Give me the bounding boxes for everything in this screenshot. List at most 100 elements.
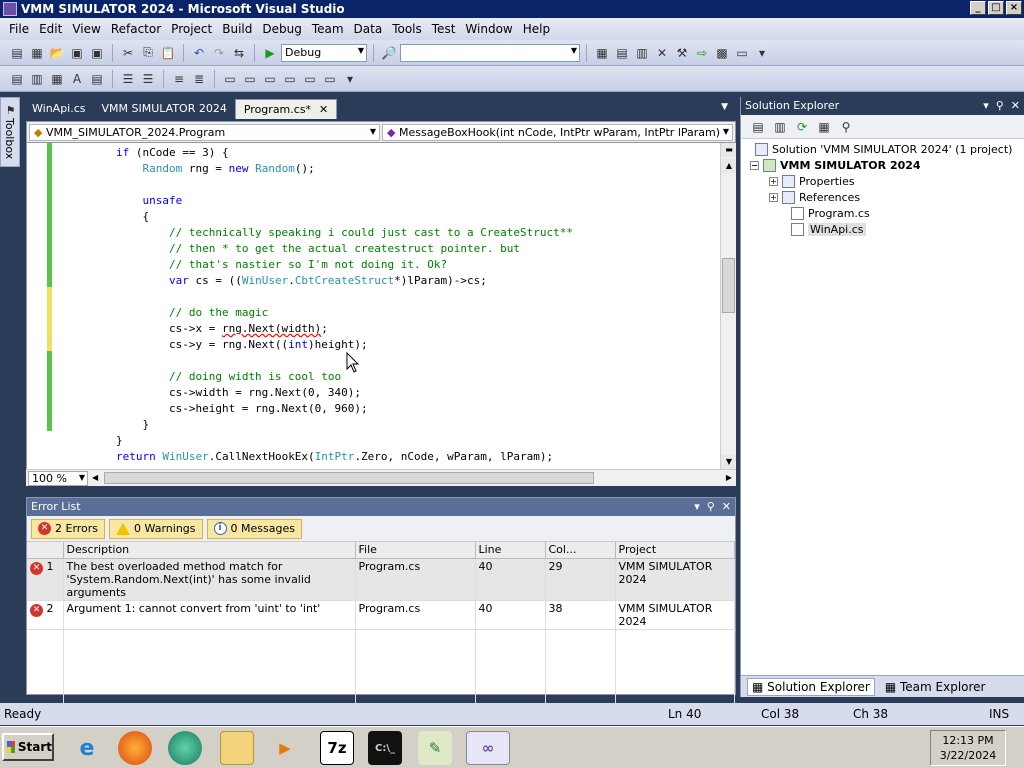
firefox-icon[interactable] bbox=[118, 731, 152, 765]
pin-icon[interactable]: ⚲ bbox=[707, 500, 715, 513]
window-position-icon[interactable]: ▾ bbox=[694, 500, 700, 513]
tree-node-program[interactable]: Program.cs bbox=[791, 207, 870, 220]
split-handle-icon[interactable]: ▬ bbox=[721, 143, 736, 157]
scroll-up-icon[interactable]: ▲ bbox=[721, 159, 736, 173]
add-item-icon[interactable]: ▦ bbox=[28, 44, 46, 62]
comment-lines-icon[interactable]: ≡ bbox=[170, 70, 188, 88]
column-header-description[interactable]: Description bbox=[63, 542, 356, 559]
pin-icon[interactable]: ⚲ bbox=[996, 99, 1004, 112]
paste-icon[interactable]: 📋 bbox=[159, 44, 177, 62]
output-window-icon[interactable]: ▭ bbox=[733, 44, 751, 62]
warnings-filter-button[interactable]: 0 Warnings bbox=[109, 518, 203, 539]
expand-icon[interactable]: + bbox=[769, 193, 778, 202]
clear-bookmarks-icon[interactable]: ▭ bbox=[321, 70, 339, 88]
menu-debug[interactable]: Debug bbox=[257, 22, 306, 36]
configuration-combo[interactable]: Debug ▼ bbox=[281, 43, 367, 62]
start-debugging-icon[interactable]: ▶ bbox=[261, 44, 279, 62]
increase-indent-icon[interactable]: ☰ bbox=[139, 70, 157, 88]
menu-window[interactable]: Window bbox=[460, 22, 517, 36]
copy-icon[interactable]: ⎘ bbox=[139, 44, 157, 62]
menu-view[interactable]: View bbox=[67, 22, 105, 36]
cut-icon[interactable]: ✂ bbox=[119, 44, 137, 62]
show-all-files-icon[interactable]: ▥ bbox=[771, 118, 789, 136]
minimize-button[interactable]: _ bbox=[970, 1, 986, 15]
tree-node-winapi[interactable]: WinApi.cs bbox=[791, 223, 866, 236]
save-all-icon[interactable]: ▣ bbox=[88, 44, 106, 62]
tree-node-project[interactable]: − VMM SIMULATOR 2024 bbox=[750, 159, 921, 172]
tree-node-properties[interactable]: + Properties bbox=[769, 175, 855, 188]
messages-filter-button[interactable]: i0 Messages bbox=[206, 518, 302, 539]
scroll-right-icon[interactable]: ▶ bbox=[726, 473, 732, 482]
view-code-icon[interactable]: ⚲ bbox=[837, 118, 855, 136]
types-combo[interactable]: ◆ VMM_SIMULATOR_2024.Program ▼ bbox=[29, 124, 380, 141]
window-position-icon[interactable]: ▾ bbox=[983, 99, 989, 112]
hscroll-thumb[interactable] bbox=[104, 471, 594, 484]
tools-icon[interactable]: ⚒ bbox=[673, 44, 691, 62]
start-page-icon[interactable]: ⇨ bbox=[693, 44, 711, 62]
tab-project-properties[interactable]: VMM SIMULATOR 2024 bbox=[94, 99, 235, 119]
internet-explorer-icon[interactable]: e bbox=[70, 731, 104, 765]
zoom-combo[interactable]: 100 % ▼ bbox=[28, 470, 88, 486]
visual-studio-taskbar-icon[interactable]: ∞ bbox=[466, 731, 510, 765]
close-button[interactable]: × bbox=[1006, 1, 1022, 15]
tab-list-dropdown-icon[interactable]: ▼ bbox=[721, 102, 728, 112]
toolbox-tab[interactable]: ⚑ Toolbox bbox=[0, 97, 20, 167]
solution-explorer-icon[interactable]: ▦ bbox=[593, 44, 611, 62]
column-header-project[interactable]: Project bbox=[615, 542, 735, 559]
command-prompt-icon[interactable]: C:\_ bbox=[368, 731, 402, 765]
scroll-thumb[interactable] bbox=[722, 258, 735, 313]
tab-solution-explorer[interactable]: ▦ Solution Explorer bbox=[747, 677, 875, 696]
menu-edit[interactable]: Edit bbox=[34, 22, 67, 36]
display-word-completion-icon[interactable]: ▤ bbox=[88, 70, 106, 88]
table-row[interactable]: ✕ 1 The best overloaded method match for… bbox=[27, 558, 735, 601]
file-explorer-icon[interactable] bbox=[220, 731, 254, 765]
properties-icon[interactable]: ▤ bbox=[613, 44, 631, 62]
taskbar-clock[interactable]: 12:13 PM 3/22/2024 bbox=[930, 730, 1006, 766]
toolbox-icon[interactable]: ✕ bbox=[653, 44, 671, 62]
find-combo[interactable]: ▼ bbox=[400, 43, 580, 62]
previous-bookmark-icon[interactable]: ▭ bbox=[241, 70, 259, 88]
display-object-member-list-icon[interactable]: ▤ bbox=[8, 70, 26, 88]
redo-icon[interactable]: ↷ bbox=[210, 44, 228, 62]
toolbar-options-icon[interactable]: ▾ bbox=[341, 70, 359, 88]
open-file-icon[interactable]: 📂 bbox=[48, 44, 66, 62]
decrease-indent-icon[interactable]: ☰ bbox=[119, 70, 137, 88]
undo-icon[interactable]: ↶ bbox=[190, 44, 208, 62]
display-quick-info-icon[interactable]: ▦ bbox=[48, 70, 66, 88]
menu-team[interactable]: Team bbox=[307, 22, 349, 36]
menu-build[interactable]: Build bbox=[217, 22, 257, 36]
close-icon[interactable]: ✕ bbox=[1011, 99, 1020, 112]
tab-winapi[interactable]: WinApi.cs bbox=[24, 99, 94, 119]
expand-icon[interactable]: + bbox=[769, 177, 778, 186]
column-header-icon[interactable] bbox=[27, 542, 64, 559]
close-tab-icon[interactable]: ✕ bbox=[319, 103, 328, 116]
complete-word-icon[interactable]: A bbox=[68, 70, 86, 88]
refresh-icon[interactable]: ⟳ bbox=[793, 118, 811, 136]
table-row[interactable]: ✕ 2 Argument 1: cannot convert from 'uin… bbox=[27, 600, 735, 630]
new-project-icon[interactable]: ▤ bbox=[8, 44, 26, 62]
column-header-line[interactable]: Line bbox=[475, 542, 546, 559]
class-view-icon[interactable]: ▩ bbox=[713, 44, 731, 62]
menu-test[interactable]: Test bbox=[427, 22, 461, 36]
scroll-left-icon[interactable]: ◀ bbox=[92, 473, 98, 482]
find-in-files-icon[interactable]: 🔎 bbox=[380, 44, 398, 62]
code-editor[interactable]: if (nCode == 3) { Random rng = new Rando… bbox=[26, 143, 736, 469]
menu-help[interactable]: Help bbox=[518, 22, 555, 36]
tab-team-explorer[interactable]: ▦ Team Explorer bbox=[885, 680, 986, 694]
menu-refactor[interactable]: Refactor bbox=[106, 22, 166, 36]
tree-node-references[interactable]: + References bbox=[769, 191, 860, 204]
hscroll-track[interactable]: ◀ ▶ bbox=[90, 471, 734, 486]
object-browser-icon[interactable]: ▥ bbox=[633, 44, 651, 62]
scroll-down-icon[interactable]: ▼ bbox=[721, 455, 736, 469]
properties-icon[interactable]: ▤ bbox=[749, 118, 767, 136]
close-icon[interactable]: ✕ bbox=[722, 500, 731, 513]
display-parameter-info-icon[interactable]: ▥ bbox=[28, 70, 46, 88]
notepad-icon[interactable]: ✎ bbox=[418, 731, 452, 765]
7zip-icon[interactable]: 7z bbox=[320, 731, 354, 765]
menu-file[interactable]: File bbox=[4, 22, 34, 36]
media-player-icon[interactable]: ▶ bbox=[268, 731, 302, 765]
vertical-scrollbar[interactable]: ▬ ▲ ▼ bbox=[720, 143, 736, 469]
save-icon[interactable]: ▣ bbox=[68, 44, 86, 62]
toolbar-options-icon[interactable]: ▾ bbox=[753, 44, 771, 62]
menu-tools[interactable]: Tools bbox=[387, 22, 427, 36]
